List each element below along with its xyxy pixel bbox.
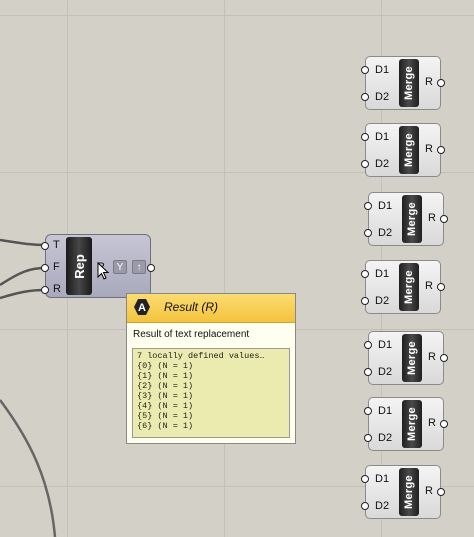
logo-letter: A (138, 302, 146, 314)
mouse-cursor-icon (97, 262, 110, 280)
input-label-f: F (53, 261, 60, 273)
input-label-d1: D1 (375, 64, 390, 76)
merge-component[interactable]: D1 D2 Merge R (364, 192, 448, 246)
component-title: Rep (71, 253, 87, 279)
component-title-block[interactable]: Merge (399, 468, 419, 516)
input-pin-d1[interactable] (361, 66, 369, 74)
output-label-r: R (425, 143, 433, 155)
component-title-block[interactable]: Merge (402, 195, 422, 243)
tooltip-title: Result (R) (164, 300, 219, 314)
input-label-d2: D2 (375, 500, 390, 512)
input-pin-d2[interactable] (361, 502, 369, 510)
values-summary: 7 locally defined values… (137, 351, 265, 361)
component-title: Merge (403, 66, 415, 100)
input-label-d2: D2 (378, 432, 393, 444)
input-pin-d2[interactable] (364, 229, 372, 237)
wire (0, 266, 46, 287)
tooltip-header: A Result (R) (127, 294, 295, 323)
output-pin-r[interactable] (147, 264, 155, 272)
output-pin-r[interactable] (437, 283, 445, 291)
input-pin-r[interactable] (41, 286, 49, 294)
input-label-d2: D2 (375, 295, 390, 307)
output-pin-r[interactable] (440, 215, 448, 223)
merge-component[interactable]: D1 D2 Merge R (364, 397, 448, 451)
input-pin-d2[interactable] (364, 368, 372, 376)
graft-icon[interactable]: ↑ (132, 260, 146, 274)
value-item: {1} (N = 1) (137, 371, 194, 381)
component-title: Merge (403, 270, 415, 304)
input-label-d2: D2 (375, 158, 390, 170)
output-pin-r[interactable] (440, 420, 448, 428)
value-item: {4} (N = 1) (137, 401, 194, 411)
value-item: {6} (N = 1) (137, 421, 194, 431)
value-item: {5} (N = 1) (137, 411, 194, 421)
input-pin-d1[interactable] (361, 475, 369, 483)
input-label-d1: D1 (378, 200, 393, 212)
wire (0, 238, 46, 247)
tooltip-values-panel: 7 locally defined values… {0} (N = 1) {1… (132, 348, 290, 438)
output-label-r: R (425, 76, 433, 88)
component-title: Merge (406, 341, 418, 375)
component-title-block[interactable]: Merge (402, 400, 422, 448)
input-label-d2: D2 (375, 91, 390, 103)
component-title-block[interactable]: Rep (66, 237, 92, 295)
component-title: Merge (406, 407, 418, 441)
input-label-d2: D2 (378, 366, 393, 378)
merge-component[interactable]: D1 D2 Merge R (361, 56, 445, 110)
component-title-block[interactable]: Merge (402, 334, 422, 382)
input-label-d1: D1 (378, 405, 393, 417)
merge-component[interactable]: D1 D2 Merge R (361, 260, 445, 314)
merge-component[interactable]: D1 D2 Merge R (361, 123, 445, 177)
input-pin-d2[interactable] (361, 160, 369, 168)
input-label-d1: D1 (375, 268, 390, 280)
value-item: {0} (N = 1) (137, 361, 194, 371)
output-pin-r[interactable] (437, 488, 445, 496)
value-item: {2} (N = 1) (137, 381, 194, 391)
input-label-r: R (53, 283, 61, 295)
output-label-r: R (428, 417, 436, 429)
output-tooltip: A Result (R) Result of text replacement … (126, 293, 296, 444)
input-label-t: T (53, 239, 60, 251)
component-title-block[interactable]: Merge (399, 263, 419, 311)
grasshopper-logo-icon: A (134, 299, 150, 315)
input-pin-d1[interactable] (364, 202, 372, 210)
input-pin-d1[interactable] (364, 341, 372, 349)
input-pin-d2[interactable] (361, 297, 369, 305)
tooltip-description: Result of text replacement (133, 329, 250, 340)
component-title: Merge (403, 475, 415, 509)
input-label-d1: D1 (375, 131, 390, 143)
input-pin-d2[interactable] (364, 434, 372, 442)
component-title-block[interactable]: Merge (399, 59, 419, 107)
input-pin-d2[interactable] (361, 93, 369, 101)
wire (0, 288, 46, 300)
output-pin-r[interactable] (437, 146, 445, 154)
component-title-block[interactable]: Merge (399, 126, 419, 174)
output-label-r: R (425, 485, 433, 497)
input-pin-d1[interactable] (361, 270, 369, 278)
input-pin-d1[interactable] (361, 133, 369, 141)
output-label-r: R (425, 280, 433, 292)
input-label-d1: D1 (375, 473, 390, 485)
input-pin-f[interactable] (41, 264, 49, 272)
input-label-d2: D2 (378, 227, 393, 239)
output-label-r: R (428, 212, 436, 224)
input-label-d1: D1 (378, 339, 393, 351)
wire (0, 399, 57, 537)
output-pin-r[interactable] (440, 354, 448, 362)
component-title: Merge (403, 133, 415, 167)
input-pin-t[interactable] (41, 242, 49, 250)
funnel-icon[interactable]: Y (113, 260, 127, 274)
output-pin-r[interactable] (437, 79, 445, 87)
value-item: {3} (N = 1) (137, 391, 194, 401)
merge-component[interactable]: D1 D2 Merge R (364, 331, 448, 385)
output-label-r: R (428, 351, 436, 363)
input-pin-d1[interactable] (364, 407, 372, 415)
component-title: Merge (406, 202, 418, 236)
merge-component[interactable]: D1 D2 Merge R (361, 465, 445, 519)
